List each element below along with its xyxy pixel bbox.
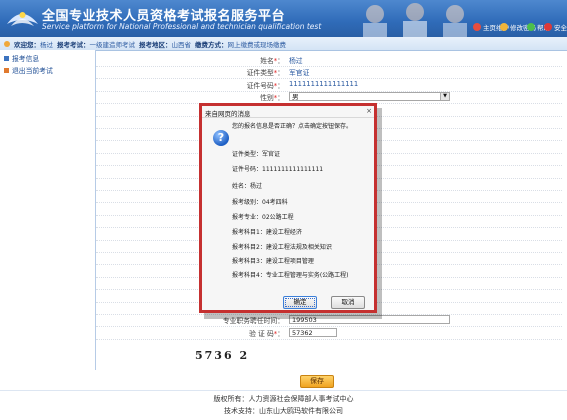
form-field-label-text: 性别 [260,94,274,103]
form-field-label-text: 验 证 码 [249,329,274,338]
form-row: 证件号码*： 1111111111111111 [96,79,562,92]
exam-value: 一级建造师考试 [89,41,136,49]
colon: ： [277,69,284,78]
dialog-info-line: 姓名：杨过 [232,183,263,190]
dialog-info-line: 报考科目1：建设工程经济 [232,229,302,236]
footer: 版权所有：人力资源社会保障部人事考试中心 技术支持：山东山大鸥玛软件有限公司 [0,390,567,420]
dialog-title: 来自网页的消息 [205,110,251,118]
region-value: 山西省 [171,41,192,49]
dialog-titlebar: 来自网页的消息 × [202,106,374,118]
region-label: 报考地区： [139,41,172,49]
dialog-info-line: 证件号码：1111111111111111 [232,166,324,173]
dialog-info-line: 报考科目2：建设工程法规及相关知识 [232,244,332,251]
sidebar-item-label: 报考信息 [12,55,40,63]
home-icon [473,23,481,31]
form-field-label-text: 姓名 [260,57,274,65]
dialog-prompt-text: 您的报名信息是否正确？点击确定按钮保存。 [232,123,353,130]
square-bullet-icon [4,55,9,61]
welcome-label: 欢迎您： [14,41,40,49]
tech-support-text: 技术支持：山东山大鸥玛软件有限公司 [224,407,343,415]
captcha-image: 5736 2 [195,349,250,362]
form-field-label-text: 证件号码 [246,81,274,90]
form-row: 证件类型*： 军官证 [96,66,562,80]
user-info-bar: 欢迎您：杨过 报考考试：一级建造师考试 报考地区：山西省 缴费方式：网上缴费或现… [0,37,567,51]
exit-arrow-icon [4,67,9,73]
welcome-value: 杨过 [40,41,53,49]
payment-label: 缴费方式： [195,41,228,49]
payment-value: 网上缴费或现场缴费 [227,41,287,49]
form-field-value: 1111111111111111 [289,79,359,88]
confirm-dialog: 来自网页的消息 × ? 您的报名信息是否正确？点击确定按钮保存。 证件类型：军官证… [199,103,377,313]
user-icon [4,41,10,47]
sidebar-item-label: 退出当前考试 [12,67,53,75]
safe-exit-label: 安全退出 [554,24,567,32]
exam-label: 报考考试： [57,41,90,49]
close-icon[interactable]: × [365,107,373,115]
dialog-info-line: 报考科目3：建设工程项目管理 [232,258,314,265]
dialog-info-line: 报考专业：02公路工程 [232,214,294,221]
colon: ： [277,329,284,338]
logo-icon [7,12,38,26]
gender-select[interactable]: 男 ▼ [289,92,450,102]
exit-icon [544,23,552,31]
form-row: 验 证 码*： 57362 [96,327,562,340]
form-field-label-text: 证件类型 [246,69,274,78]
dialog-info-line: 报考科目4：专业工程管理与实务(公路工程) [232,272,349,279]
form-field-value: 军官证 [289,69,310,78]
form-field-value: 杨过 [289,57,303,65]
captcha-input[interactable]: 57362 [289,327,337,337]
form-field-label: 证件类型*： [247,67,284,77]
sidebar: 报考信息 退出当前考试 [0,50,96,370]
colon: ： [277,81,284,90]
form-field-label: 证件号码*： [247,80,284,90]
header-people-image [363,3,467,37]
ok-button[interactable]: 确定 [283,296,317,309]
form-field-label: 性别*： [260,92,284,102]
dialog-info-line: 报考级别：04考四科 [232,199,288,206]
key-icon [500,23,508,31]
colon: ： [277,57,284,65]
site-subtitle: Service platform for National Profession… [42,22,322,31]
dialog-info-line: 证件类型：军官证 [232,151,281,158]
colon: ： [277,94,284,103]
copyright-text: 版权所有：人力资源社会保障部人事考试中心 [213,395,354,403]
form-field-label: 姓名*： [260,55,284,65]
gender-select-value: 男 [292,93,299,102]
sidebar-item-exam-info[interactable]: 报考信息 [4,53,92,63]
question-icon: ? [213,130,229,146]
save-button[interactable]: 保存 [300,375,334,388]
chevron-down-icon[interactable]: ▼ [440,93,449,101]
safe-exit-link[interactable]: 安全退出 [544,22,567,32]
help-icon [527,23,535,31]
form-field-label: 验 证 码*： [249,328,284,338]
site-header: 全国专业技术人员资格考试报名服务平台 Service platform for … [0,0,567,37]
form-row: 姓名*： 杨过 [96,54,562,67]
cancel-button[interactable]: 取消 [331,296,365,309]
sidebar-item-exit-exam[interactable]: 退出当前考试 [4,65,92,75]
